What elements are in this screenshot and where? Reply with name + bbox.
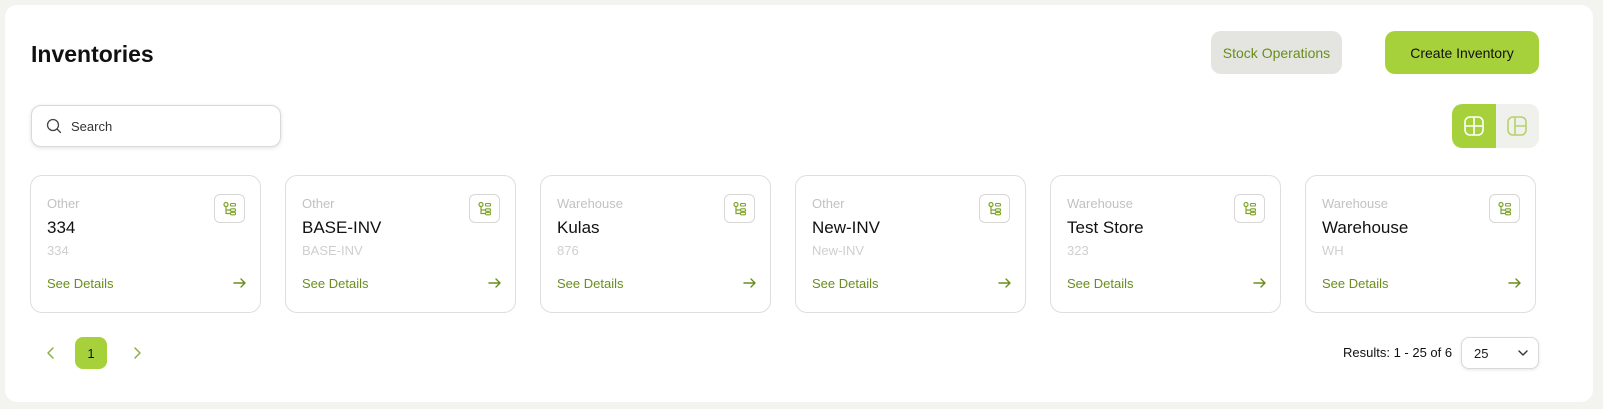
search-box[interactable] [31, 105, 281, 147]
inventory-code: 323 [1067, 243, 1089, 258]
chevron-right-icon[interactable] [129, 345, 145, 361]
inventory-code: WH [1322, 243, 1344, 258]
grid-view-icon [1463, 116, 1484, 136]
page-number-button[interactable]: 1 [75, 337, 107, 369]
view-toggle [1452, 104, 1539, 148]
inventory-name: Test Store [1067, 218, 1144, 237]
hierarchy-button[interactable] [1234, 194, 1265, 223]
arrow-right-icon[interactable] [232, 275, 248, 291]
inventory-card: Warehouse Warehouse WH See Details [1305, 175, 1536, 313]
stock-operations-button[interactable]: Stock Operations [1211, 31, 1342, 74]
inventory-type: Warehouse [1067, 196, 1133, 211]
page-title: Inventories [31, 41, 154, 67]
inventory-card: Warehouse Test Store 323 See Details [1050, 175, 1281, 313]
chevron-down-icon [1518, 350, 1528, 356]
page-size-select[interactable]: 25 [1461, 337, 1539, 369]
see-details-link[interactable]: See Details [47, 276, 113, 291]
inventory-code: 876 [557, 243, 579, 258]
hierarchy-button[interactable] [1489, 194, 1520, 223]
arrow-right-icon[interactable] [997, 275, 1013, 291]
inventory-card: Warehouse Kulas 876 See Details [540, 175, 771, 313]
grid-view-button[interactable] [1452, 104, 1496, 148]
hierarchy-icon [987, 201, 1001, 215]
arrow-right-icon[interactable] [1507, 275, 1523, 291]
see-details-link[interactable]: See Details [302, 276, 368, 291]
hierarchy-icon [1497, 201, 1511, 215]
see-details-link[interactable]: See Details [1322, 276, 1388, 291]
create-inventory-button[interactable]: Create Inventory [1385, 31, 1539, 74]
hierarchy-button[interactable] [469, 194, 500, 223]
panel-view-button[interactable] [1496, 104, 1540, 148]
inventory-card: Other 334 334 See Details [30, 175, 261, 313]
inventory-name: Kulas [557, 218, 600, 237]
inventory-name: New-INV [812, 218, 881, 237]
inventory-type: Other [812, 196, 845, 211]
inventory-card: Other BASE-INV BASE-INV See Details [285, 175, 516, 313]
see-details-link[interactable]: See Details [812, 276, 878, 291]
arrow-right-icon[interactable] [1252, 275, 1268, 291]
inventory-code: BASE-INV [302, 243, 363, 258]
see-details-link[interactable]: See Details [557, 276, 623, 291]
inventories-panel: Inventories Stock Operations Create Inve… [5, 5, 1593, 402]
see-details-link[interactable]: See Details [1067, 276, 1133, 291]
inventory-code: New-INV [812, 243, 865, 258]
hierarchy-button[interactable] [724, 194, 755, 223]
inventory-code: 334 [47, 243, 69, 258]
chevron-left-icon[interactable] [43, 345, 59, 361]
hierarchy-icon [222, 201, 236, 215]
inventory-type: Warehouse [557, 196, 623, 211]
inventory-name: BASE-INV [302, 218, 382, 237]
search-icon [46, 118, 62, 134]
inventory-name: 334 [47, 218, 76, 237]
hierarchy-button[interactable] [214, 194, 245, 223]
results-count: Results: 1 - 25 of 6 [1343, 345, 1453, 360]
hierarchy-button[interactable] [979, 194, 1010, 223]
inventory-card: Other New-INV New-INV See Details [795, 175, 1026, 313]
panel-view-icon [1507, 116, 1528, 136]
inventory-type: Warehouse [1322, 196, 1388, 211]
search-input[interactable] [71, 118, 251, 134]
inventory-name: Warehouse [1322, 218, 1409, 237]
arrow-right-icon[interactable] [742, 275, 758, 291]
inventory-card-list: Other 334 334 See Details Other BASE-INV… [30, 175, 1536, 313]
hierarchy-icon [732, 201, 746, 215]
inventory-type: Other [302, 196, 335, 211]
inventory-type: Other [47, 196, 80, 211]
arrow-right-icon[interactable] [487, 275, 503, 291]
hierarchy-icon [477, 201, 491, 215]
page-size-value: 25 [1474, 345, 1489, 361]
hierarchy-icon [1242, 201, 1256, 215]
